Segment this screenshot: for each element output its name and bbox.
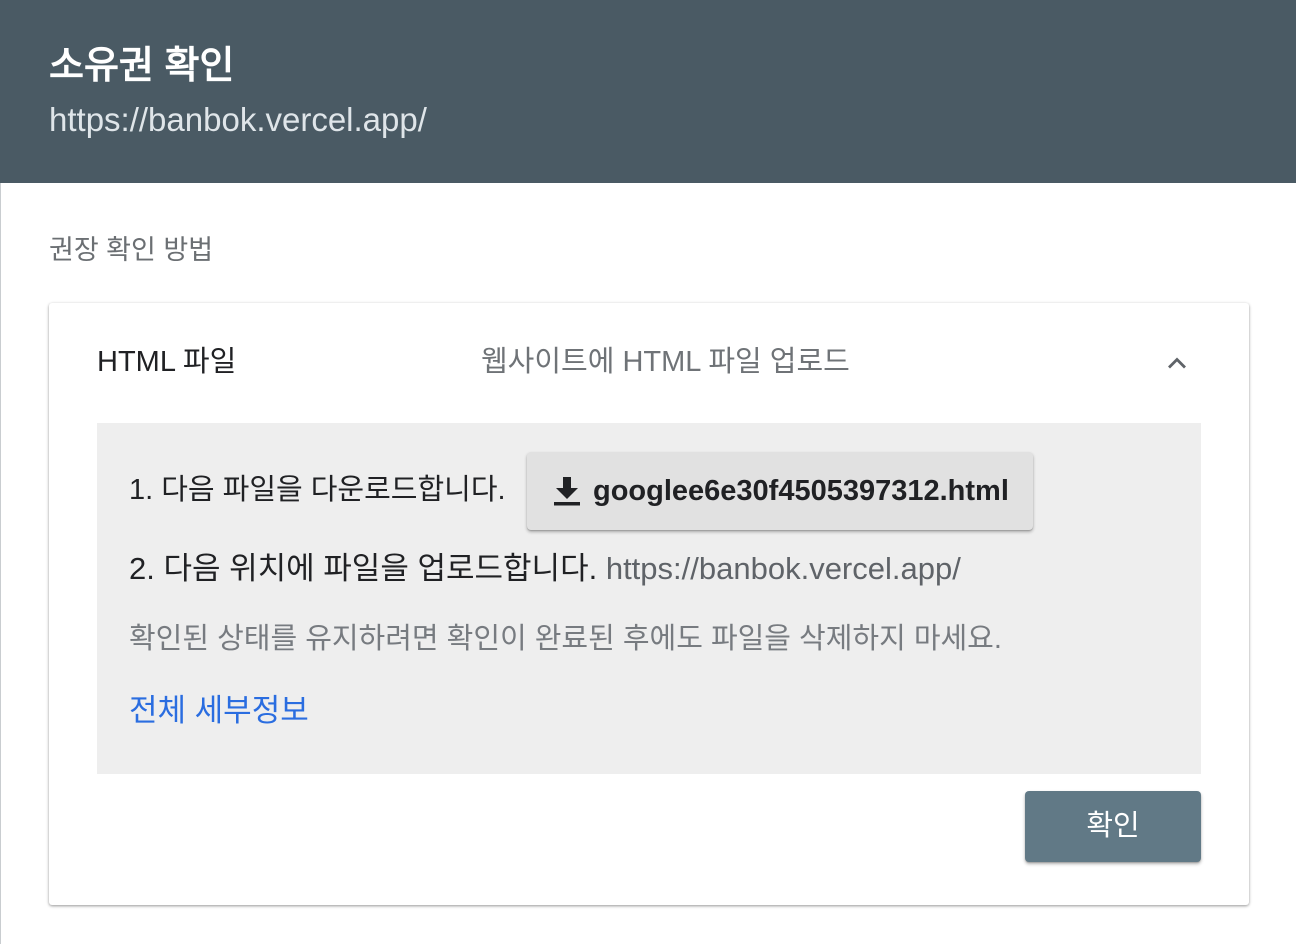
property-url: https://banbok.vercel.app/ [49, 101, 427, 138]
page-title: 소유권 확인 [49, 45, 235, 87]
step2-label: 2. 다음 위치에 파일을 업로드합니다. [129, 551, 598, 586]
method-description: 웹사이트에 HTML 파일 업로드 [481, 346, 850, 378]
download-file-button[interactable]: googlee6e30f4505397312.html [527, 452, 1033, 530]
keep-file-note: 확인된 상태를 유지하려면 확인이 완료된 후에도 파일을 삭제하지 마세요. [129, 623, 1002, 655]
section-label: 권장 확인 방법 [49, 235, 214, 265]
step2-url: https://banbok.vercel.app/ [605, 551, 961, 586]
download-icon [551, 475, 583, 507]
ownership-verification-page: 소유권 확인 https://banbok.vercel.app/ 권장 확인 … [0, 0, 1296, 944]
left-border [0, 183, 1, 944]
verification-method-card: HTML 파일 웹사이트에 HTML 파일 업로드 1. 다음 파일을 다운로드… [49, 303, 1249, 905]
step1-label: 1. 다음 파일을 다운로드합니다. [129, 474, 506, 506]
method-name: HTML 파일 [97, 346, 237, 378]
chevron-up-icon [1168, 357, 1186, 369]
method-details-panel: 1. 다음 파일을 다운로드합니다. googlee6e30f450539731… [97, 423, 1201, 774]
page-header: 소유권 확인 https://banbok.vercel.app/ [0, 0, 1296, 183]
confirm-button[interactable]: 확인 [1025, 791, 1201, 862]
download-filename: googlee6e30f4505397312.html [593, 475, 1009, 507]
step2-text: 2. 다음 위치에 파일을 업로드합니다. https://banbok.ver… [129, 549, 961, 589]
full-details-link[interactable]: 전체 세부정보 [129, 691, 309, 731]
collapse-button[interactable] [1157, 343, 1197, 383]
